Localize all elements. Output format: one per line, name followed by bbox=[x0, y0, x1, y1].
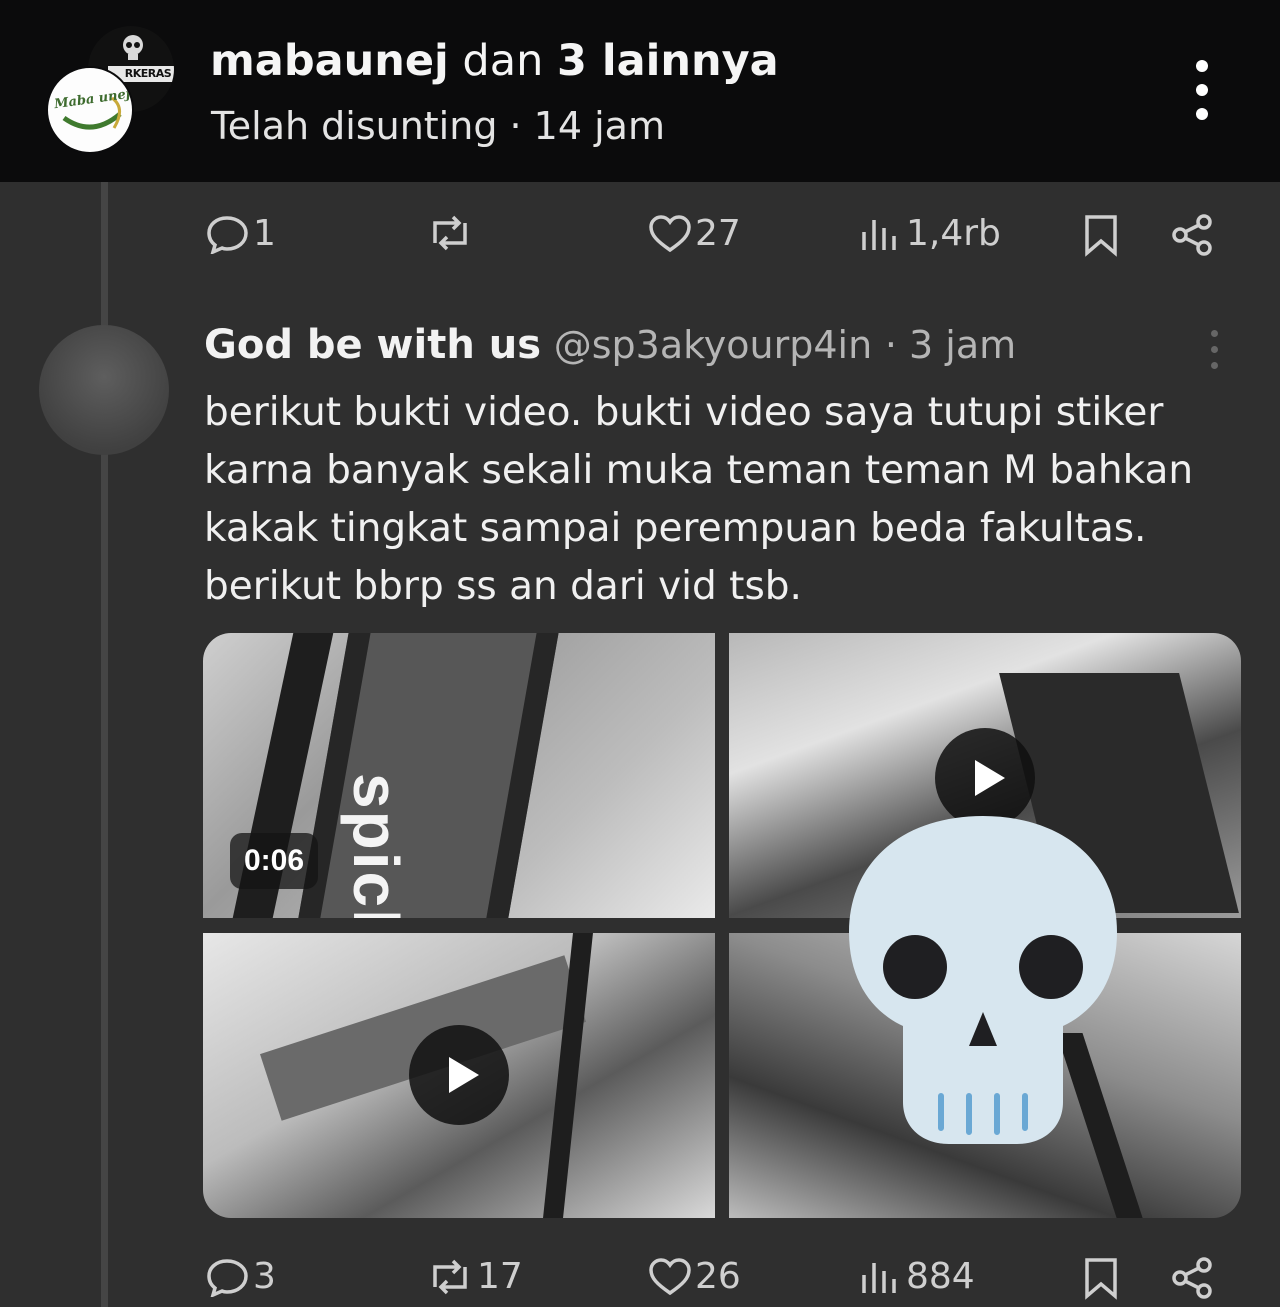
more-options-button[interactable] bbox=[1180, 60, 1224, 120]
more-dot-icon bbox=[1196, 84, 1208, 96]
skull-sticker-icon bbox=[849, 816, 1117, 1144]
like-count: 27 bbox=[695, 213, 741, 254]
paddle-shape bbox=[297, 633, 559, 918]
notification-title[interactable]: mabaunej dan 3 lainnya bbox=[210, 36, 779, 86]
reply-button[interactable]: 1 bbox=[205, 213, 276, 254]
reply-time: · 3 jam bbox=[884, 323, 1017, 367]
notification-header: RKERAS Maba unej mabaunej dan 3 lainnya … bbox=[0, 0, 1280, 182]
skull-logo-icon bbox=[123, 35, 143, 60]
repost-button[interactable]: 17 bbox=[425, 1256, 523, 1297]
views-button[interactable]: 1,4rb bbox=[858, 213, 1001, 254]
group-avatar-primary[interactable]: Maba unej bbox=[46, 66, 134, 154]
more-dot-icon bbox=[1210, 362, 1218, 369]
reply-body-text: berikut bukti video. bukti video saya tu… bbox=[204, 390, 1194, 609]
views-count: 884 bbox=[906, 1256, 975, 1297]
repost-button[interactable] bbox=[425, 213, 477, 253]
reply-icon bbox=[207, 215, 248, 254]
views-icon bbox=[862, 1262, 896, 1293]
reply-author-name[interactable]: God be with us bbox=[204, 322, 541, 368]
post-action-bar: 1 27 1,4rb bbox=[0, 205, 1280, 265]
paddle-text: spicle bbox=[340, 773, 412, 918]
share-button[interactable] bbox=[1170, 1256, 1216, 1300]
views-button[interactable]: 884 bbox=[858, 1256, 975, 1297]
notification-joiner: dan bbox=[462, 36, 544, 86]
notification-others: 3 lainnya bbox=[557, 36, 779, 86]
views-count: 1,4rb bbox=[906, 213, 1001, 254]
share-icon bbox=[1172, 214, 1212, 256]
reply-author-handle[interactable]: @sp3akyourp4in bbox=[554, 323, 872, 367]
heart-icon bbox=[649, 214, 691, 252]
reply-header: God be with us @sp3akyourp4in · 3 jam bbox=[204, 322, 1016, 368]
like-button[interactable]: 26 bbox=[647, 1256, 741, 1297]
more-dot-icon bbox=[1210, 330, 1218, 337]
repost-icon bbox=[433, 1259, 467, 1294]
heart-icon bbox=[649, 1257, 691, 1295]
views-icon bbox=[862, 219, 896, 250]
more-dot-icon bbox=[1196, 108, 1208, 120]
repost-count: 17 bbox=[477, 1256, 523, 1297]
bookmark-button[interactable] bbox=[1082, 213, 1120, 257]
video-thumbnail[interactable]: spicle 0:06 bbox=[203, 633, 715, 918]
like-count: 26 bbox=[695, 1256, 741, 1297]
reply-icon bbox=[207, 1258, 248, 1297]
reply-count: 3 bbox=[253, 1256, 276, 1297]
share-icon bbox=[1172, 1257, 1212, 1299]
reply-avatar[interactable] bbox=[39, 325, 169, 455]
reply-more-options-button[interactable] bbox=[1204, 330, 1224, 374]
bookmark-button[interactable] bbox=[1082, 1256, 1120, 1300]
play-icon[interactable] bbox=[409, 1025, 509, 1125]
reply-count: 1 bbox=[253, 213, 276, 254]
bookmark-icon bbox=[1085, 215, 1117, 257]
image-thumbnail[interactable] bbox=[203, 933, 715, 1218]
video-duration-badge: 0:06 bbox=[230, 833, 319, 889]
reply-button[interactable]: 3 bbox=[205, 1256, 276, 1297]
notification-subtitle: Telah disunting · 14 jam bbox=[211, 104, 665, 148]
more-dot-icon bbox=[1196, 60, 1208, 72]
bookmark-icon bbox=[1085, 1258, 1117, 1300]
reply-action-bar: 3 17 26 884 bbox=[0, 1248, 1280, 1307]
notification-users: mabaunej bbox=[210, 36, 449, 86]
more-dot-icon bbox=[1210, 346, 1218, 353]
repost-icon bbox=[433, 215, 467, 251]
like-button[interactable]: 27 bbox=[647, 213, 741, 254]
share-button[interactable] bbox=[1170, 213, 1216, 257]
